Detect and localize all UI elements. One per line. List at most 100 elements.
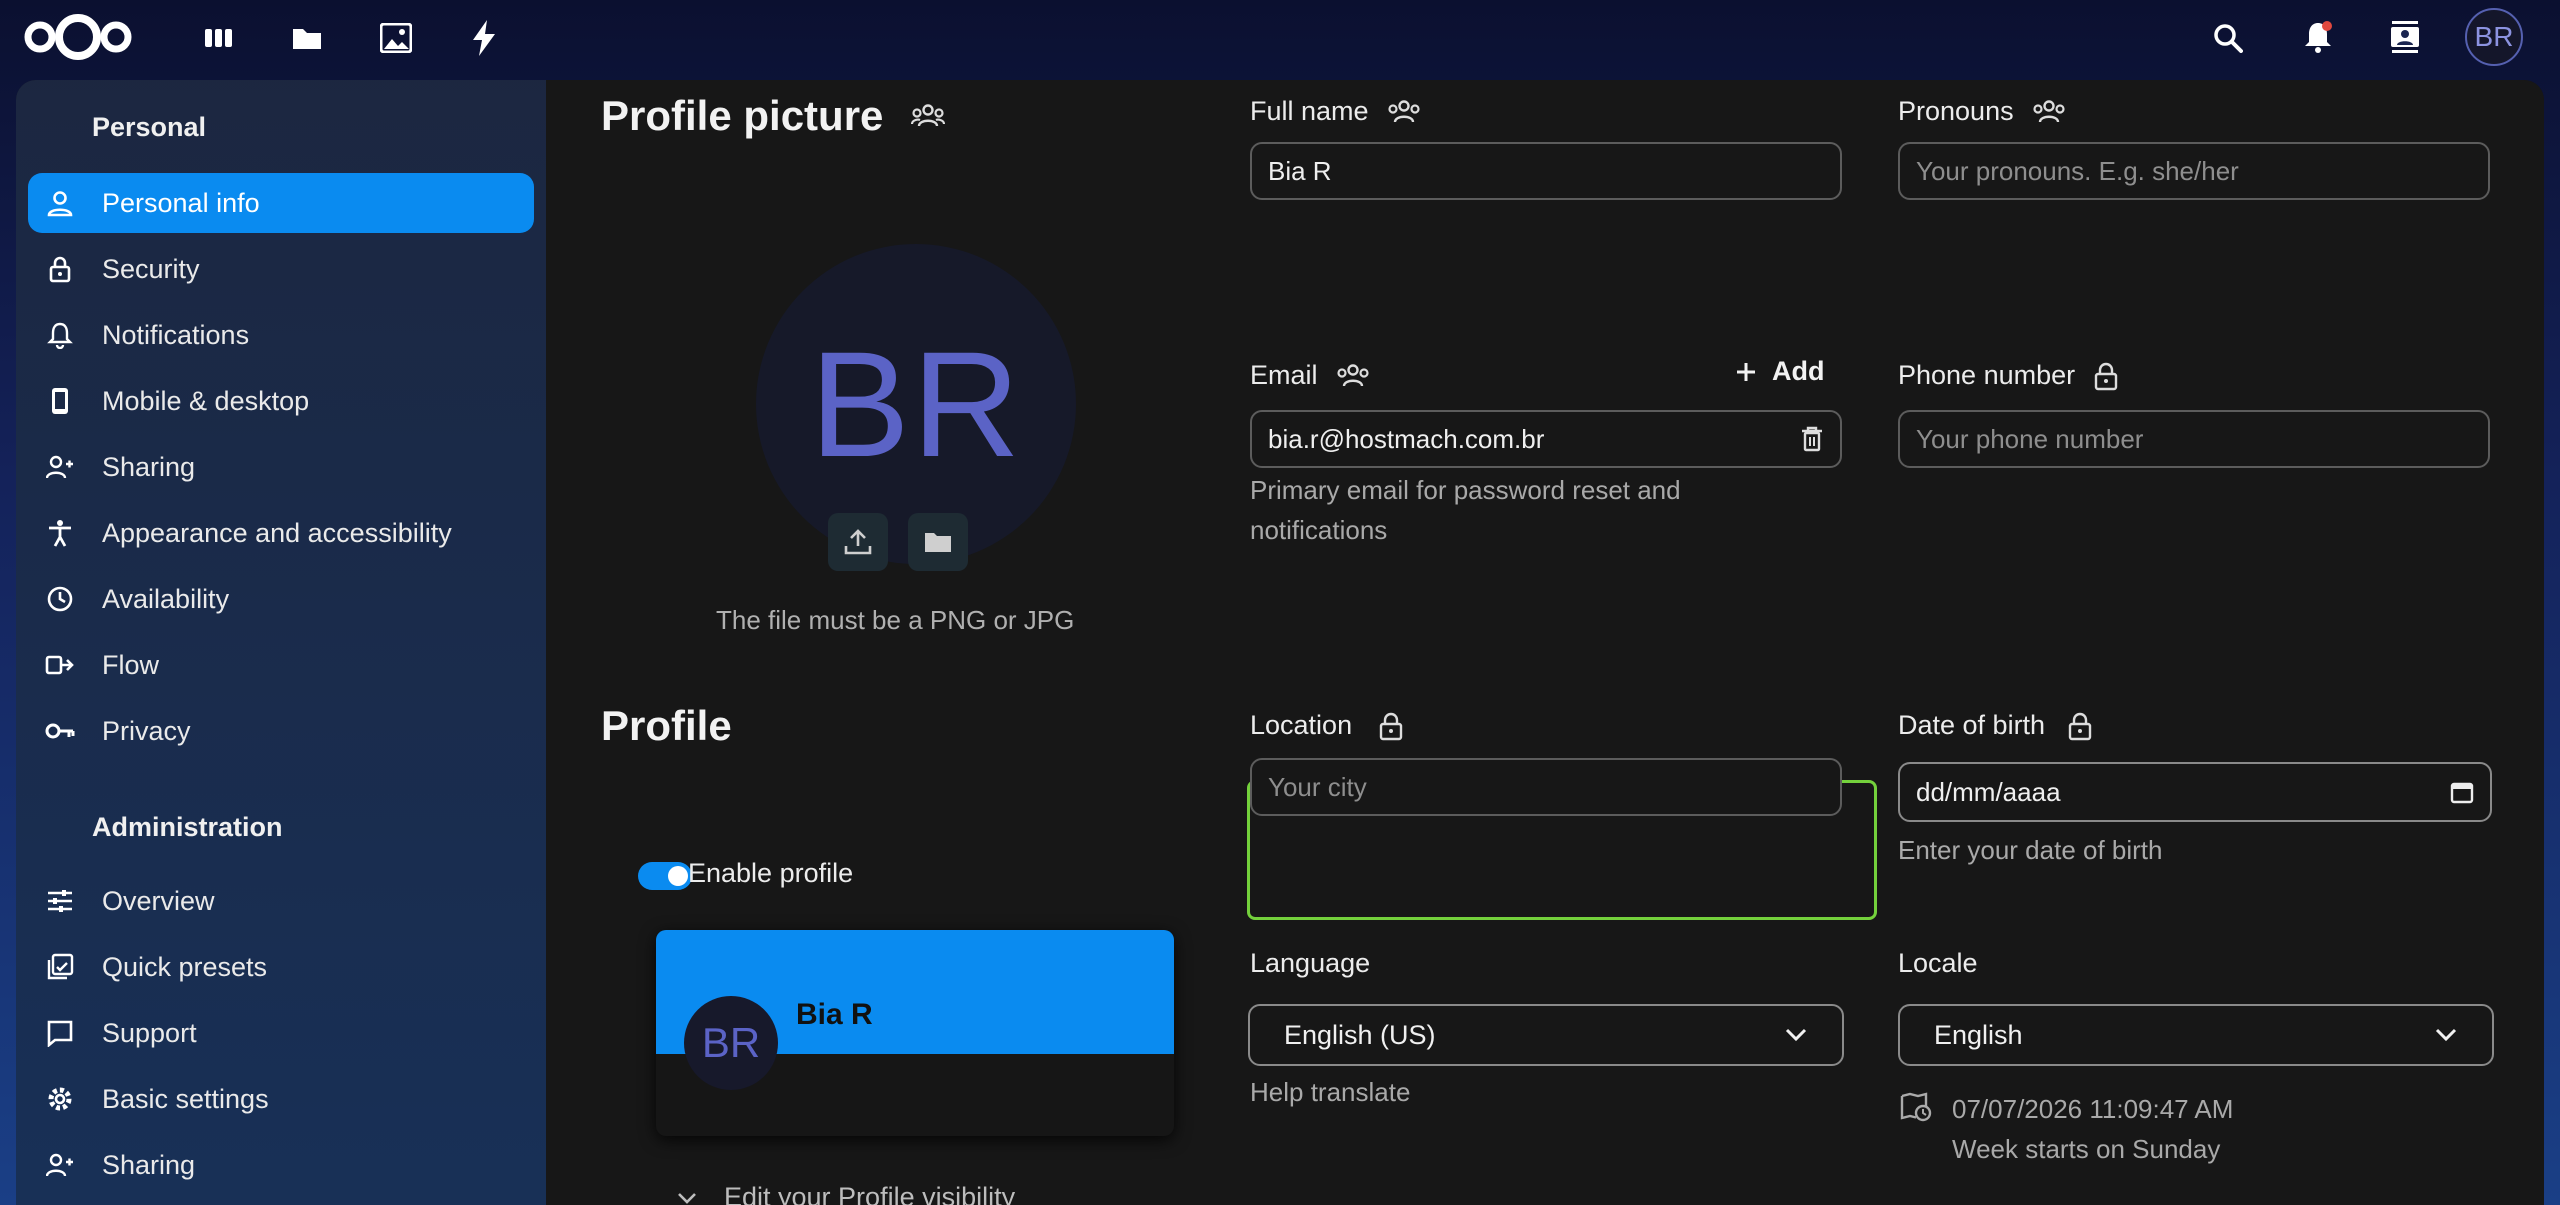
- notifications-icon[interactable]: [2298, 16, 2338, 58]
- pronouns-label-text: Pronouns: [1898, 96, 2014, 126]
- folder-icon: [925, 533, 951, 552]
- sidebar-item-personal-info[interactable]: Personal info: [28, 173, 534, 233]
- add-email-label: Add: [1772, 356, 1825, 386]
- email-input[interactable]: bia.r@hostmach.com.br: [1250, 410, 1842, 468]
- email-value: bia.r@hostmach.com.br: [1268, 423, 1545, 454]
- tune-icon: [42, 888, 78, 914]
- bell-icon: [42, 321, 78, 349]
- sidebar-item-basic-settings[interactable]: Basic settings: [28, 1069, 534, 1129]
- lock-icon[interactable]: [2093, 361, 2119, 391]
- help-translate-link[interactable]: Help translate: [1250, 1072, 1410, 1112]
- locale-label: Locale: [1898, 948, 1978, 978]
- location-input[interactable]: Your city: [1250, 758, 1842, 816]
- upload-picture-button[interactable]: [828, 513, 888, 571]
- sidebar-item-support[interactable]: Support: [28, 1003, 534, 1063]
- sidebar-item-appearance[interactable]: Appearance and accessibility: [28, 503, 534, 563]
- profile-heading: Profile: [601, 702, 732, 749]
- fullname-input[interactable]: Bia R: [1250, 142, 1842, 200]
- profile-visibility-toggle[interactable]: Edit your Profile visibility: [676, 1182, 1015, 1205]
- add-email-button[interactable]: Add: [1734, 356, 1824, 387]
- files-icon[interactable]: [288, 20, 326, 56]
- sidebar-item-label: Flow: [102, 649, 160, 680]
- picture-format-hint: The file must be a PNG or JPG: [716, 605, 1075, 635]
- sidebar-item-privacy[interactable]: Privacy: [28, 701, 534, 761]
- sidebar-item-mobile-desktop[interactable]: Mobile & desktop: [28, 371, 534, 431]
- user-avatar[interactable]: BR: [2465, 8, 2523, 66]
- gear-icon: [42, 1085, 78, 1113]
- enable-profile-toggle[interactable]: [638, 862, 692, 890]
- email-hint: Primary email for password reset and not…: [1250, 475, 1681, 545]
- federation-scope-icon[interactable]: [911, 104, 946, 128]
- sidebar-item-label: Notifications: [102, 319, 250, 350]
- administration-caption: Administration: [92, 812, 283, 842]
- pronouns-label: Pronouns: [1898, 96, 2066, 127]
- sidebar-item-availability[interactable]: Availability: [28, 569, 534, 629]
- nextcloud-logo-icon[interactable]: [20, 12, 136, 62]
- settings-sidebar: Personal Personal info Security Notifica…: [16, 80, 546, 1205]
- key-icon: [42, 721, 78, 741]
- locale-week-start: Week starts on Sunday: [1952, 1134, 2221, 1164]
- profile-picture-heading: Profile picture: [601, 92, 946, 140]
- lock-icon: [42, 255, 78, 283]
- top-bar: BR: [0, 0, 2560, 78]
- activity-icon[interactable]: [466, 16, 502, 60]
- sidebar-item-label: Sharing: [102, 451, 196, 482]
- sidebar-item-notifications[interactable]: Notifications: [28, 305, 534, 365]
- sidebar-item-label: Overview: [102, 885, 215, 916]
- flow-icon: [42, 653, 78, 677]
- location-label-text: Location: [1250, 710, 1353, 740]
- sidebar-item-quick-presets[interactable]: Quick presets: [28, 937, 534, 997]
- dob-input[interactable]: dd/mm/aaaa: [1898, 762, 2492, 822]
- sidebar-item-overview[interactable]: Overview: [28, 871, 534, 931]
- federation-scope-icon[interactable]: [1387, 99, 1421, 124]
- federation-scope-icon[interactable]: [1336, 363, 1370, 388]
- photos-icon[interactable]: [376, 18, 416, 58]
- chevron-down-icon: [2435, 1028, 2457, 1042]
- sidebar-item-security[interactable]: Security: [28, 239, 534, 299]
- phone-icon: [42, 387, 78, 415]
- user-icon: [42, 189, 78, 217]
- sidebar-item-sharing[interactable]: Sharing: [28, 437, 534, 497]
- lock-icon[interactable]: [1378, 711, 1404, 741]
- locale-time-icon: [1900, 1092, 1932, 1127]
- contacts-icon[interactable]: [2384, 16, 2426, 58]
- sidebar-item-label: Appearance and accessibility: [102, 517, 452, 548]
- upload-icon: [844, 529, 872, 555]
- locale-value: English: [1934, 1019, 2023, 1050]
- pronouns-input[interactable]: Your pronouns. E.g. she/her: [1898, 142, 2490, 200]
- plus-icon: [1737, 362, 1755, 381]
- federation-scope-icon[interactable]: [2032, 99, 2066, 124]
- fullname-label: Full name: [1250, 96, 1421, 127]
- enable-profile-label[interactable]: Enable profile: [688, 858, 853, 889]
- sidebar-item-label: Mobile & desktop: [102, 385, 310, 416]
- lock-icon[interactable]: [2067, 711, 2093, 741]
- phone-input[interactable]: Your phone number: [1898, 410, 2490, 468]
- calendar-icon[interactable]: [2450, 780, 2474, 804]
- profile-preview-card[interactable]: BR Bia R: [656, 930, 1174, 1136]
- trash-icon[interactable]: [1800, 425, 1824, 453]
- dob-hint: Enter your date of birth: [1898, 835, 2163, 865]
- sidebar-item-flow[interactable]: Flow: [28, 635, 534, 695]
- locale-select[interactable]: English: [1898, 1004, 2494, 1066]
- sidebar-item-label: Basic settings: [102, 1083, 269, 1114]
- dashboard-icon[interactable]: [200, 20, 238, 56]
- support-icon: [42, 1019, 78, 1047]
- profile-picture-title: Profile picture: [601, 92, 884, 139]
- language-select[interactable]: English (US): [1248, 1004, 1844, 1066]
- search-icon[interactable]: [2208, 18, 2248, 58]
- sidebar-item-label: Availability: [102, 583, 230, 614]
- language-label: Language: [1250, 948, 1371, 978]
- email-label-text: Email: [1250, 360, 1318, 390]
- choose-from-files-button[interactable]: [908, 513, 968, 571]
- sidebar-item-label: Security: [102, 253, 200, 284]
- app-frame: Personal Personal info Security Notifica…: [16, 80, 2544, 1205]
- chevron-down-icon: [1785, 1028, 1807, 1042]
- share-icon: [42, 1152, 78, 1178]
- language-value: English (US): [1284, 1019, 1436, 1050]
- sidebar-item-label: Quick presets: [102, 951, 268, 982]
- accessibility-icon: [42, 519, 78, 547]
- sidebar-item-admin-sharing[interactable]: Sharing: [28, 1135, 534, 1195]
- chevron-down-icon: [678, 1192, 696, 1204]
- clock-icon: [42, 585, 78, 613]
- profile-visibility-label: Edit your Profile visibility: [724, 1182, 1016, 1205]
